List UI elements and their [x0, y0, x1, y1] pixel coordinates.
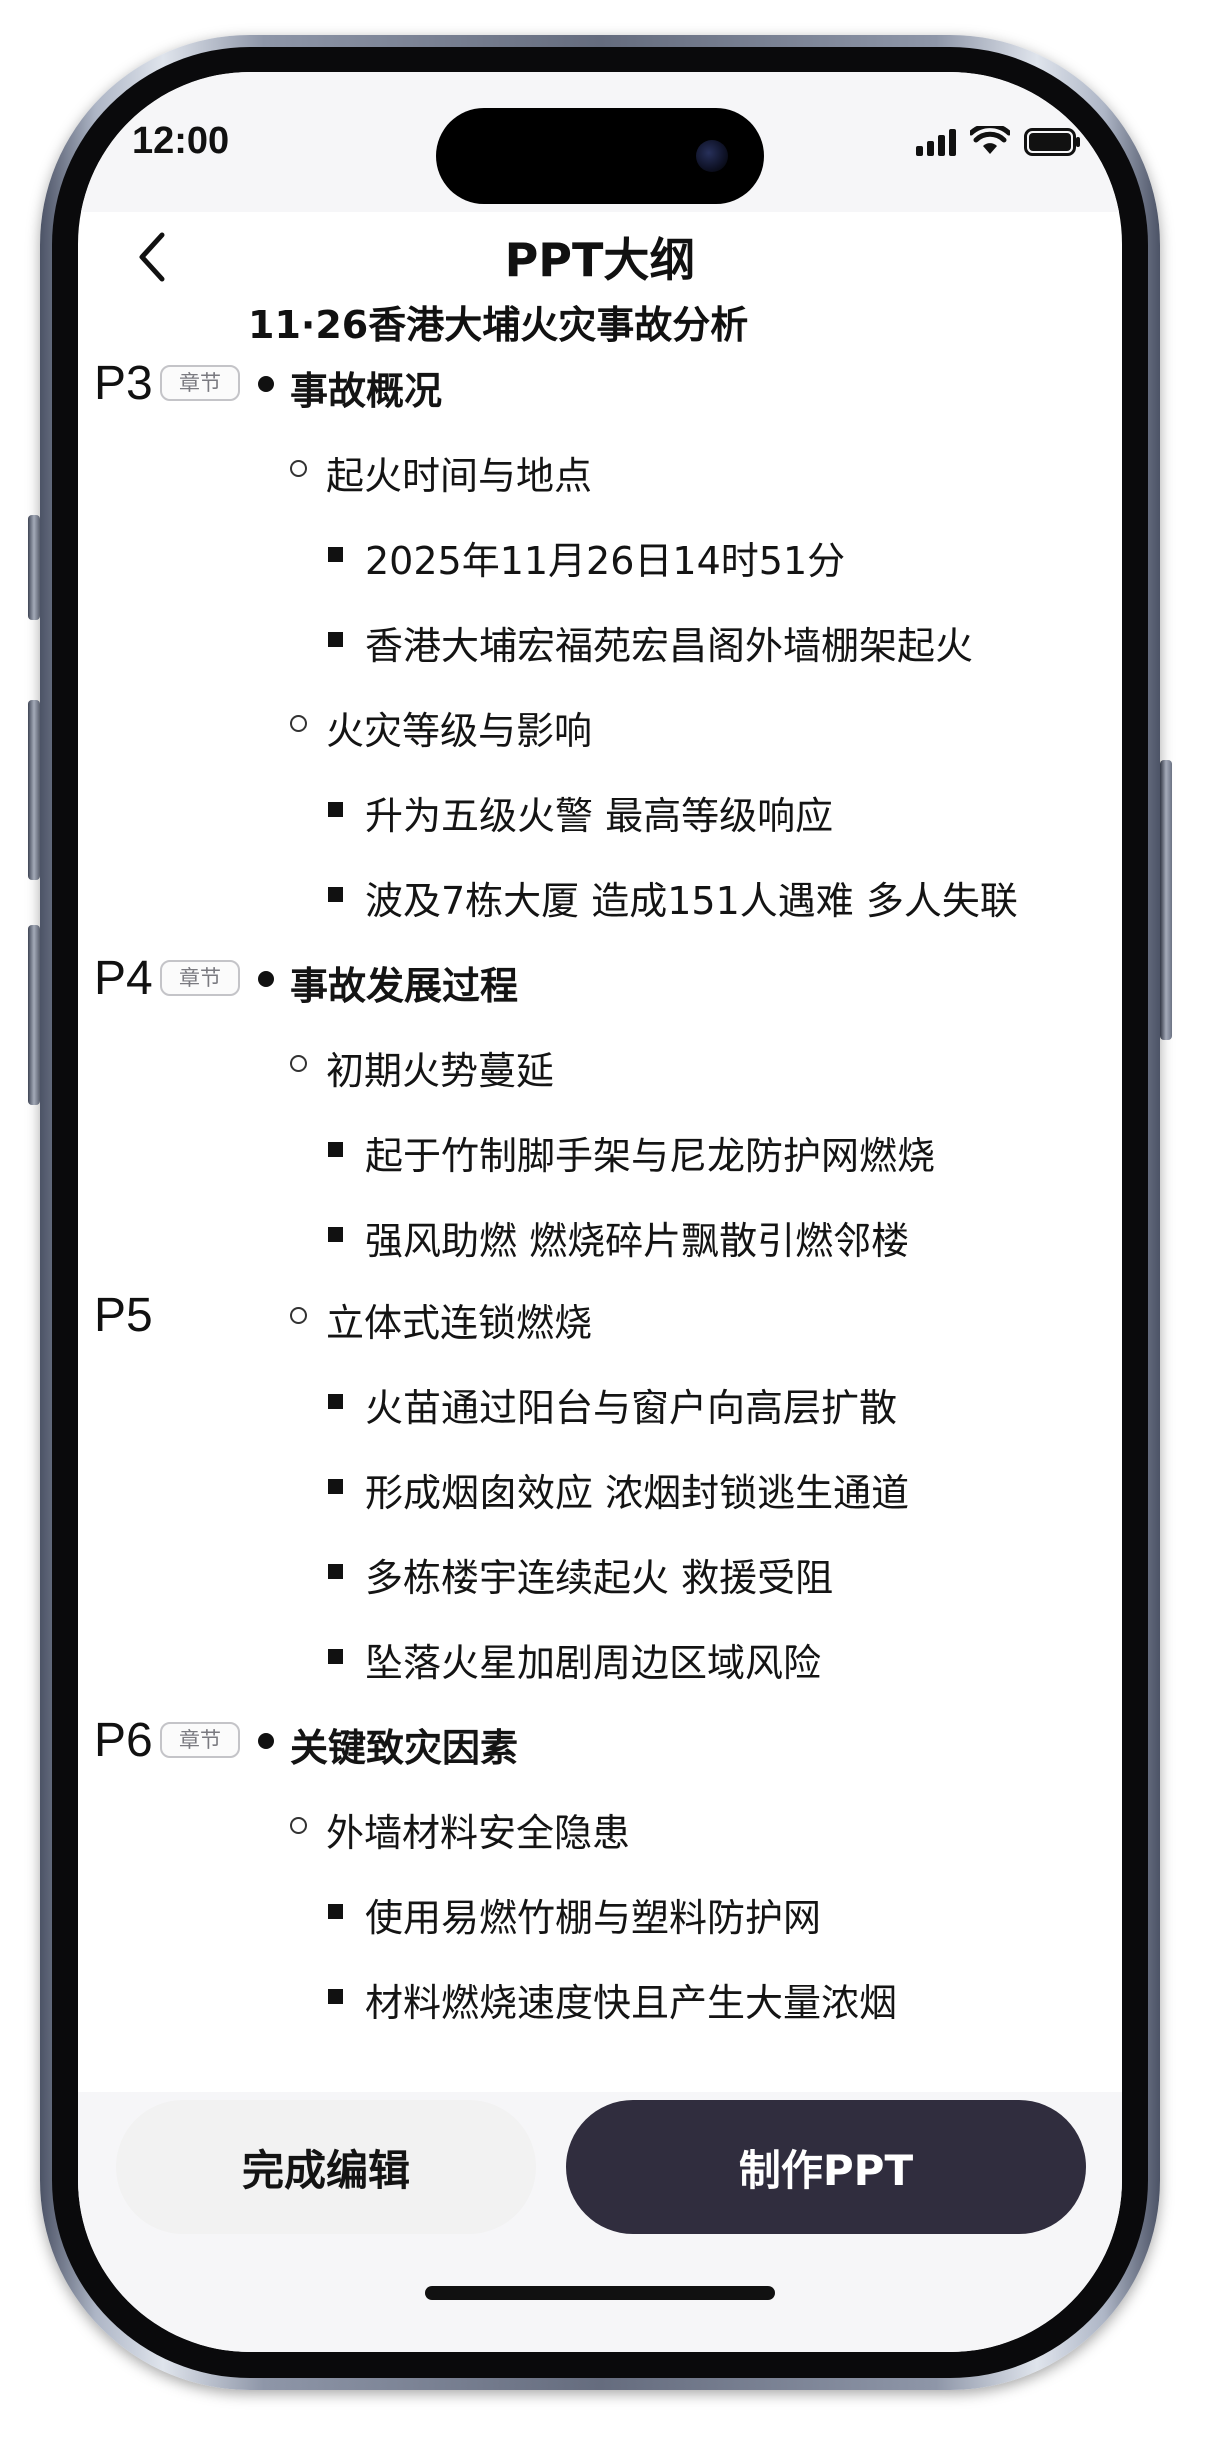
status-bar: 12:00: [78, 72, 1122, 212]
outline-item-row[interactable]: 形成烟囱效应 浓烟封锁逃生通道: [78, 1454, 1122, 1517]
outline-item-row[interactable]: 升为五级火警 最高等级响应: [78, 777, 1122, 840]
outline-item-text[interactable]: 强风助燃 燃烧碎片飘散引燃邻楼: [365, 1210, 909, 1265]
page-number-label: P5: [94, 1289, 153, 1342]
page-number-label: P4: [94, 952, 153, 1005]
chapter-title[interactable]: 关键致灾因素: [290, 1717, 518, 1772]
square-bullet-icon: [328, 1649, 343, 1664]
outline-chapter-row[interactable]: P3 章节 事故概况: [78, 352, 1122, 415]
hollow-circle-bullet-icon: [290, 460, 307, 477]
square-bullet-icon: [328, 1564, 343, 1579]
square-bullet-icon: [328, 1989, 343, 2004]
filled-dot-bullet-icon: [258, 1733, 274, 1749]
volume-down-button: [28, 925, 40, 1105]
outline-item-row[interactable]: 2025年11月26日14时51分: [78, 522, 1122, 585]
outline-item-row[interactable]: 坠落火星加剧周边区域风险: [78, 1624, 1122, 1687]
outline-item-text[interactable]: 使用易燃竹棚与塑料防护网: [365, 1887, 821, 1942]
hollow-circle-bullet-icon: [290, 1817, 307, 1834]
chapter-tag: 章节: [160, 365, 240, 401]
square-bullet-icon: [328, 1479, 343, 1494]
outline-item-row[interactable]: 香港大埔宏福苑宏昌阁外墙棚架起火: [78, 607, 1122, 670]
outline-item-row[interactable]: 起火时间与地点: [78, 437, 1122, 500]
outline-item-text[interactable]: 起火时间与地点: [326, 445, 592, 500]
status-time: 12:00: [132, 120, 230, 162]
action-button: [28, 515, 40, 620]
outline-item-row[interactable]: P5 立体式连锁燃烧: [78, 1284, 1122, 1347]
outline-item-text[interactable]: 香港大埔宏福苑宏昌阁外墙棚架起火: [365, 615, 973, 670]
square-bullet-icon: [328, 802, 343, 817]
outline-item-text[interactable]: 多栋楼宇连续起火 救援受阻: [365, 1547, 833, 1602]
page-title: PPT大纲: [504, 233, 696, 287]
outline-item-text[interactable]: 火苗通过阳台与窗户向高层扩散: [365, 1377, 897, 1432]
outline-item-text[interactable]: 2025年11月26日14时51分: [365, 530, 845, 585]
outline-item-row[interactable]: 材料燃烧速度快且产生大量浓烟: [78, 1964, 1122, 2027]
page-number-label: P3: [94, 357, 153, 410]
outline-item-text[interactable]: 坠落火星加剧周边区域风险: [365, 1632, 821, 1687]
outline-item-row[interactable]: 使用易燃竹棚与塑料防护网: [78, 1879, 1122, 1942]
square-bullet-icon: [328, 547, 343, 562]
outline-item-row[interactable]: 起于竹制脚手架与尼龙防护网燃烧: [78, 1117, 1122, 1180]
square-bullet-icon: [328, 887, 343, 902]
square-bullet-icon: [328, 1142, 343, 1157]
outline-item-text[interactable]: 起于竹制脚手架与尼龙防护网燃烧: [365, 1125, 935, 1180]
square-bullet-icon: [328, 632, 343, 647]
outline-item-row[interactable]: 火苗通过阳台与窗户向高层扩散: [78, 1369, 1122, 1432]
outline-item-text[interactable]: 立体式连锁燃烧: [326, 1292, 592, 1347]
make-ppt-button[interactable]: 制作PPT: [566, 2100, 1086, 2234]
outline-item-row[interactable]: 波及7栋大厦 造成151人遇难 多人失联: [78, 862, 1122, 925]
chapter-tag: 章节: [160, 960, 240, 996]
wifi-icon: [970, 126, 1010, 156]
volume-up-button: [28, 700, 40, 880]
hollow-circle-bullet-icon: [290, 1307, 307, 1324]
outline-item-text[interactable]: 材料燃烧速度快且产生大量浓烟: [365, 1972, 897, 2027]
chapter-title[interactable]: 事故概况: [290, 360, 442, 415]
outline-item-text[interactable]: 外墙材料安全隐患: [326, 1802, 630, 1857]
outline-item-row[interactable]: 初期火势蔓延: [78, 1032, 1122, 1095]
hollow-circle-bullet-icon: [290, 1055, 307, 1072]
cellular-signal-icon: [916, 128, 956, 156]
outline-item-text[interactable]: 初期火势蔓延: [326, 1040, 554, 1095]
outline-chapter-row[interactable]: P6 章节 关键致灾因素: [78, 1709, 1122, 1772]
outline-item-row[interactable]: 火灾等级与影响: [78, 692, 1122, 755]
front-camera-icon: [696, 140, 728, 172]
outline-item-row[interactable]: 多栋楼宇连续起火 救援受阻: [78, 1539, 1122, 1602]
power-button: [1160, 760, 1172, 1040]
outline-item-row[interactable]: 强风助燃 燃烧碎片飘散引燃邻楼: [78, 1202, 1122, 1265]
status-icons: [916, 124, 1082, 156]
phone-screen: 12:00 PPT大纲 11·26香港大埔火灾事故分析 P3 章节 事故概况 起…: [78, 72, 1122, 2352]
outline-item-text[interactable]: 升为五级火警 最高等级响应: [365, 785, 833, 840]
chapter-tag: 章节: [160, 1722, 240, 1758]
outline-item-text[interactable]: 波及7栋大厦 造成151人遇难 多人失联: [365, 870, 1018, 925]
outline-chapter-row[interactable]: P4 章节 事故发展过程: [78, 947, 1122, 1010]
finish-editing-button[interactable]: 完成编辑: [116, 2100, 536, 2234]
page-number-label: P6: [94, 1714, 153, 1767]
square-bullet-icon: [328, 1394, 343, 1409]
square-bullet-icon: [328, 1904, 343, 1919]
chapter-title[interactable]: 事故发展过程: [290, 955, 518, 1010]
battery-icon: [1024, 128, 1082, 156]
outline-item-text[interactable]: 火灾等级与影响: [326, 700, 592, 755]
home-indicator[interactable]: [425, 2286, 775, 2300]
outline-item-text[interactable]: 形成烟囱效应 浓烟封锁逃生通道: [365, 1462, 909, 1517]
square-bullet-icon: [328, 1227, 343, 1242]
hollow-circle-bullet-icon: [290, 715, 307, 732]
outline-item-row[interactable]: 外墙材料安全隐患: [78, 1794, 1122, 1857]
filled-dot-bullet-icon: [258, 376, 274, 392]
outline-title: 11·26香港大埔火灾事故分析: [248, 303, 749, 347]
filled-dot-bullet-icon: [258, 971, 274, 987]
dynamic-island: [436, 108, 764, 204]
